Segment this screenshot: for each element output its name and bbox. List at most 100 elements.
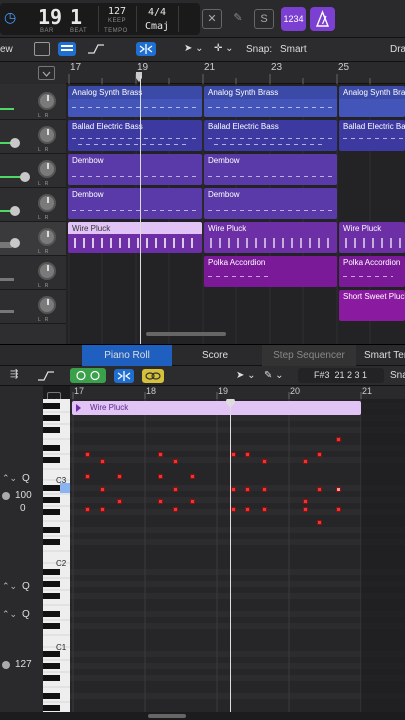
pan-knob[interactable] — [38, 194, 56, 212]
midi-in-icon[interactable] — [70, 368, 106, 383]
midi-note[interactable] — [231, 487, 236, 492]
quantize-chevron-icon[interactable]: ⌃⌄ — [2, 581, 17, 592]
midi-note[interactable] — [173, 459, 178, 464]
offset-value[interactable]: 0 — [20, 503, 26, 514]
pan-knob[interactable] — [38, 296, 56, 314]
velocity-dot[interactable] — [2, 492, 10, 500]
midi-note[interactable] — [231, 452, 236, 457]
midi-note[interactable] — [262, 459, 267, 464]
track-header[interactable]: L R — [0, 154, 66, 188]
pan-knob[interactable] — [38, 228, 56, 246]
automation-icon[interactable] — [86, 42, 106, 56]
volume-fader[interactable] — [10, 238, 20, 248]
midi-note[interactable] — [158, 499, 163, 504]
pointer-tool-icon[interactable]: ➤ ⌄ — [236, 370, 256, 381]
track-header[interactable]: L R — [0, 120, 66, 154]
tab-step-sequencer[interactable]: Step Sequencer — [262, 345, 356, 367]
region[interactable]: Ballad Electric Bass — [68, 120, 202, 151]
automation-icon[interactable] — [36, 369, 56, 383]
count-in-button[interactable]: 1234 — [281, 7, 306, 31]
snap-value[interactable]: Smart — [280, 44, 307, 55]
midi-note[interactable] — [231, 507, 236, 512]
midi-note[interactable] — [190, 499, 195, 504]
midi-note[interactable] — [173, 507, 178, 512]
tracks-scrollbar[interactable] — [146, 332, 226, 336]
midi-note[interactable] — [117, 474, 122, 479]
track-header[interactable]: L R — [0, 256, 66, 290]
track-header-selected[interactable]: L R — [0, 222, 66, 256]
tuner-x-icon[interactable]: ✕ — [202, 9, 222, 29]
track-header[interactable]: L R — [0, 188, 66, 222]
pencil-tool-icon[interactable]: ✎ ⌄ — [264, 370, 284, 381]
piano-roll-scrollbar[interactable] — [148, 714, 186, 718]
filter-icon[interactable]: ⇶ — [10, 369, 18, 380]
track-header[interactable]: L R — [0, 86, 66, 120]
link-icon[interactable] — [142, 369, 164, 383]
pan-knob[interactable] — [38, 126, 56, 144]
quantize-label-3[interactable]: Q — [22, 609, 30, 620]
list-view-icon[interactable] — [34, 42, 50, 56]
midi-note[interactable] — [303, 459, 308, 464]
region[interactable]: Wire Pluck — [339, 222, 405, 253]
midi-note[interactable] — [303, 507, 308, 512]
lcd-tempo[interactable]: 127 — [102, 6, 132, 17]
midi-note[interactable] — [336, 437, 341, 442]
midi-note[interactable] — [158, 474, 163, 479]
position-display[interactable]: F#3 21 2 3 1 — [298, 368, 384, 383]
region-selected[interactable]: Wire Pluck — [68, 222, 202, 253]
midi-note[interactable] — [336, 507, 341, 512]
midi-note[interactable] — [303, 499, 308, 504]
midi-note[interactable] — [245, 487, 250, 492]
pencil-icon[interactable]: ✎ — [228, 9, 248, 29]
lcd-mode-icon[interactable]: ◷ — [4, 9, 18, 27]
midi-note[interactable] — [245, 452, 250, 457]
region[interactable]: Analog Synth Brass — [204, 86, 337, 117]
midi-note[interactable] — [262, 507, 267, 512]
quantize-chevron-icon[interactable]: ⌃⌄ — [2, 473, 17, 484]
volume-fader[interactable] — [10, 206, 20, 216]
quantize-chevron-icon[interactable]: ⌃⌄ — [2, 609, 17, 620]
playhead[interactable] — [140, 76, 141, 344]
region[interactable]: Analog Synth Brass — [339, 86, 405, 117]
lcd-time-signature[interactable]: 4/4 — [142, 7, 172, 18]
midi-note[interactable] — [262, 487, 267, 492]
quantize-label-2[interactable]: Q — [22, 581, 30, 592]
track-header[interactable]: L R — [0, 290, 66, 324]
add-track-icon[interactable] — [38, 66, 55, 80]
pan-knob[interactable] — [38, 92, 56, 110]
region[interactable]: Analog Synth Brass — [68, 86, 202, 117]
midi-note[interactable] — [336, 487, 341, 492]
volume-fader[interactable] — [20, 172, 30, 182]
tab-score[interactable]: Score — [172, 345, 258, 367]
view-menu[interactable]: ew — [0, 44, 13, 55]
piano-keyboard[interactable]: C3 C2 C1 — [43, 399, 70, 712]
quantize-label[interactable]: Q — [22, 473, 30, 484]
midi-note[interactable] — [85, 452, 90, 457]
region[interactable]: Dembow — [204, 154, 337, 185]
pan-knob[interactable] — [38, 160, 56, 178]
volume-fader[interactable] — [10, 138, 20, 148]
region[interactable]: Short Sweet Pluck — [339, 290, 405, 321]
pan-knob[interactable] — [38, 262, 56, 280]
catch-playhead-icon[interactable] — [136, 42, 156, 56]
midi-note[interactable] — [173, 487, 178, 492]
region[interactable]: Polka Accordion — [339, 256, 405, 287]
piano-roll-ruler[interactable]: 17 18 19 20 21 — [70, 386, 405, 399]
midi-note[interactable] — [100, 459, 105, 464]
midi-note[interactable] — [100, 487, 105, 492]
midi-note[interactable] — [85, 474, 90, 479]
lcd-key[interactable]: Cmaj — [142, 21, 172, 32]
midi-note[interactable] — [317, 520, 322, 525]
region[interactable]: Dembow — [204, 188, 337, 219]
velocity-dot[interactable] — [2, 661, 10, 669]
piano-playhead[interactable] — [230, 399, 231, 712]
midi-note[interactable] — [100, 507, 105, 512]
midi-note[interactable] — [317, 487, 322, 492]
crosshair-tool-icon[interactable]: ✛ ⌄ — [214, 43, 234, 54]
tab-piano-roll[interactable]: Piano Roll — [82, 345, 172, 367]
midi-note[interactable] — [190, 474, 195, 479]
solo-icon[interactable]: S — [254, 9, 274, 29]
grid-view-icon[interactable] — [58, 42, 76, 56]
region[interactable]: Dembow — [68, 188, 202, 219]
piano-region-header[interactable]: Wire Pluck — [72, 401, 361, 415]
